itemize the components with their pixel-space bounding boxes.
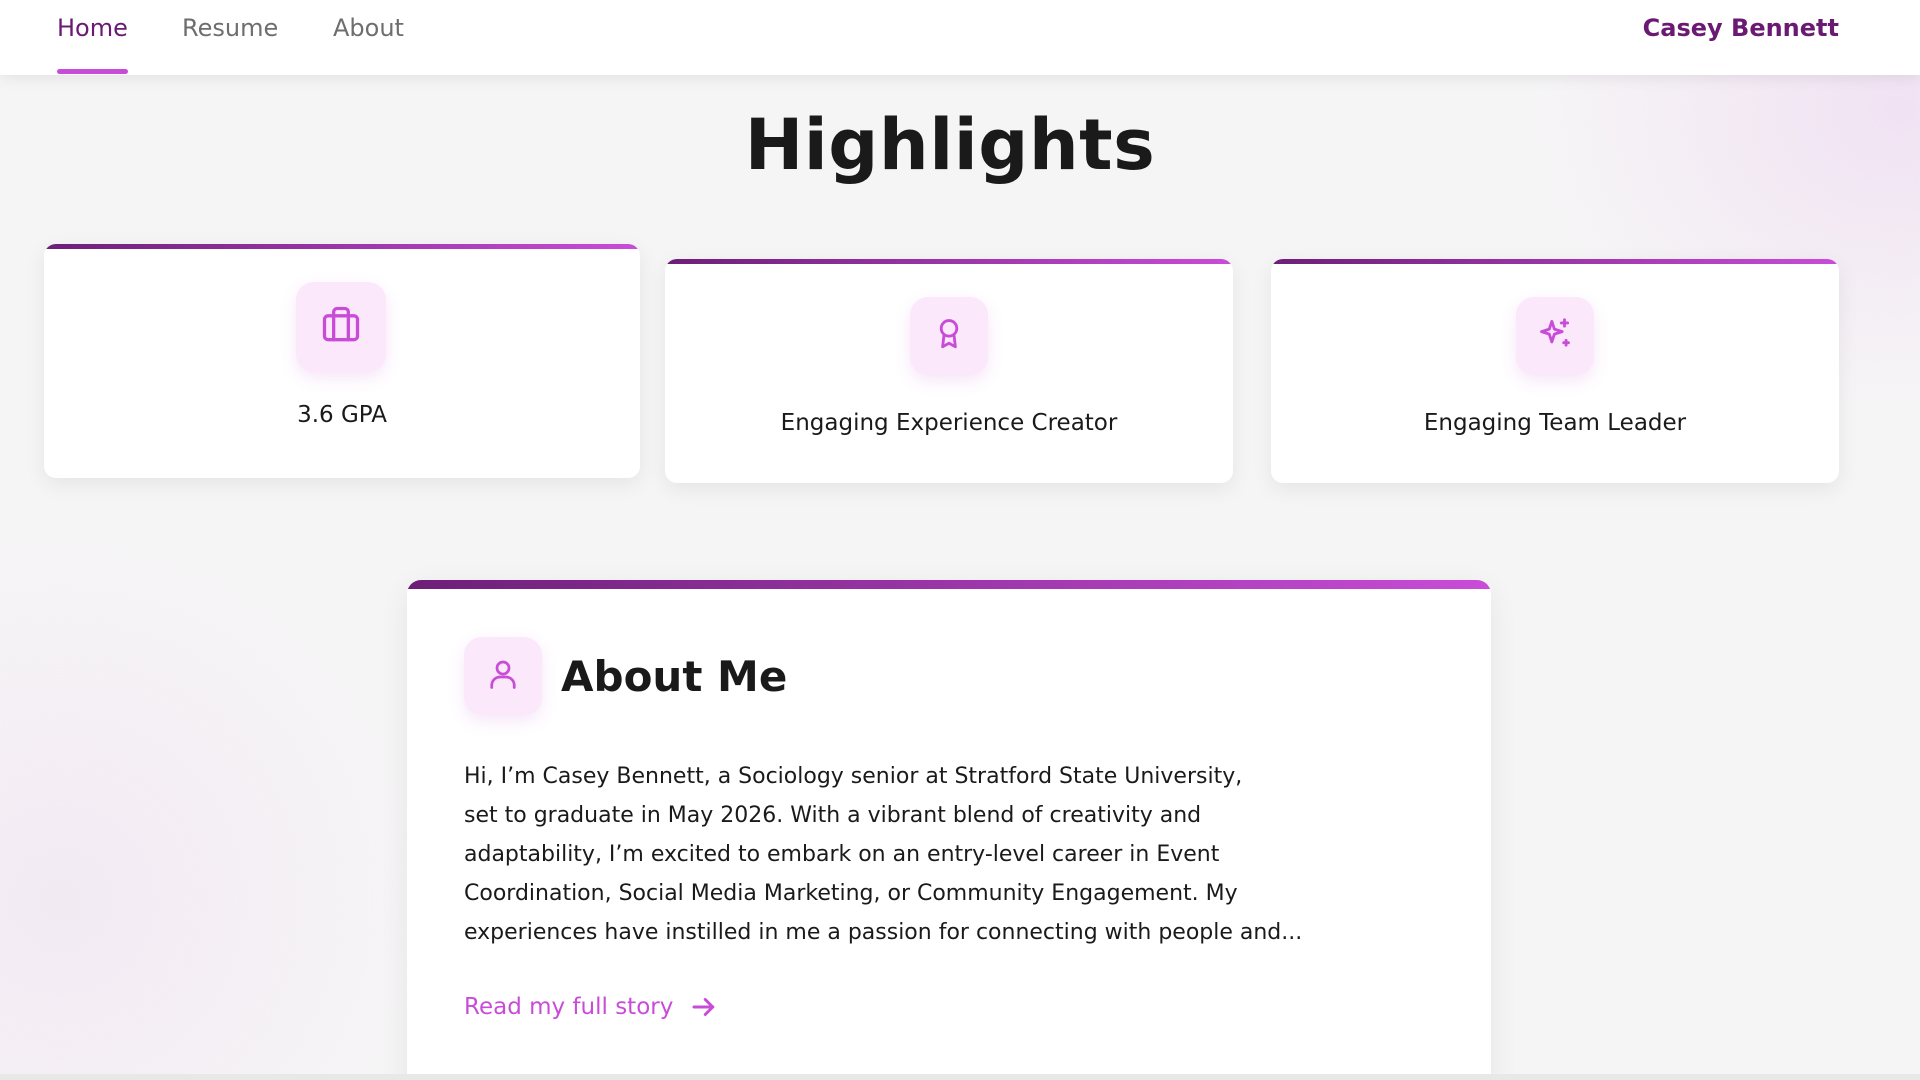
tab-about[interactable]: About	[333, 14, 404, 74]
icon-badge	[910, 297, 988, 375]
about-line: set to graduate in May 2026. With a vibr…	[464, 803, 1202, 828]
top-navigation: Home Resume About Casey Bennett	[0, 0, 1920, 75]
tab-home-label: Home	[57, 14, 128, 42]
about-me-card: About Me Hi, I’m Casey Bennett, a Sociol…	[407, 580, 1491, 1080]
brand-name[interactable]: Casey Bennett	[1643, 14, 1839, 42]
highlight-card-gpa: 3.6 GPA	[44, 244, 640, 478]
read-full-story-label: Read my full story	[464, 994, 674, 1020]
about-line: Coordination, Social Media Marketing, or…	[464, 881, 1238, 906]
card-accent-bar	[1271, 259, 1839, 264]
card-accent-bar	[407, 580, 1491, 589]
read-full-story-link[interactable]: Read my full story	[464, 992, 719, 1022]
card-label: Engaging Experience Creator	[780, 410, 1118, 436]
tab-resume[interactable]: Resume	[182, 14, 278, 74]
card-label: 3.6 GPA	[297, 402, 387, 428]
card-label: Engaging Team Leader	[1423, 410, 1687, 436]
sparkles-icon	[1536, 315, 1574, 357]
about-me-title: About Me	[561, 652, 788, 701]
icon-badge	[1516, 297, 1594, 375]
tab-about-label: About	[333, 14, 404, 42]
briefcase-icon	[319, 303, 363, 351]
bottom-edge	[0, 1074, 1920, 1080]
about-line: Hi, I’m Casey Bennett, a Sociology senio…	[464, 764, 1243, 789]
card-accent-bar	[665, 259, 1233, 264]
about-line: adaptability, I’m excited to embark on a…	[464, 842, 1220, 867]
tab-home[interactable]: Home	[57, 14, 128, 74]
icon-badge	[464, 637, 542, 715]
highlight-card-experience-creator: Engaging Experience Creator	[665, 259, 1233, 483]
about-me-text: Hi, I’m Casey Bennett, a Sociology senio…	[464, 757, 1364, 952]
icon-badge	[296, 282, 386, 372]
highlight-card-team-leader: Engaging Team Leader	[1271, 259, 1839, 483]
user-icon	[485, 656, 521, 696]
tab-resume-label: Resume	[182, 14, 279, 42]
arrow-right-icon	[689, 992, 719, 1022]
card-accent-bar	[44, 244, 640, 249]
award-ribbon-icon	[932, 317, 966, 355]
about-line: experiences have instilled in me a passi…	[464, 920, 1303, 945]
highlights-title: Highlights	[744, 104, 1156, 186]
active-tab-indicator	[57, 69, 128, 74]
